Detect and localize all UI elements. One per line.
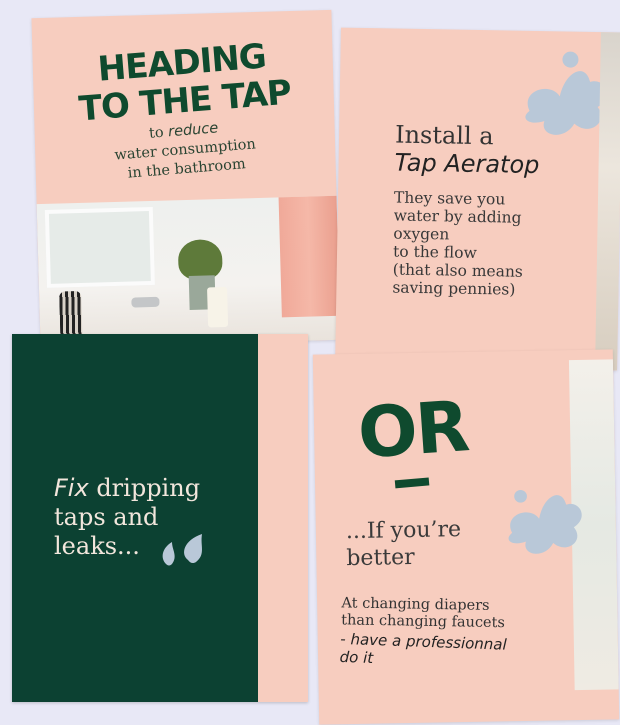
card2-title-line-2: Tap Aeratop — [394, 148, 540, 180]
mirror — [44, 206, 155, 288]
card4-or: OR — [355, 385, 471, 475]
subtitle-italic: reduce — [167, 120, 219, 141]
card2-body: They save you water by adding oxygen to … — [392, 188, 524, 299]
card4-line-3: - have a professionnal do it — [339, 629, 507, 668]
tap-icon — [131, 296, 160, 308]
card2-title-line-1: Install a — [394, 120, 494, 151]
card4-line-2: At changing diapers than changing faucet… — [341, 595, 505, 632]
soap-bottle — [207, 286, 229, 328]
card-fix-dripping: Fix dripping taps and leaks... — [12, 334, 308, 702]
card-or-professional: OR ...If you’re better At changing diape… — [312, 349, 620, 725]
subtitle-prefix: to — [148, 124, 169, 142]
bathroom-photo — [36, 195, 341, 349]
towel — [278, 195, 340, 318]
water-splash-icon — [508, 489, 582, 554]
water-drops-icon — [162, 534, 202, 566]
card4-line-1: ...If you’re better — [345, 517, 462, 572]
card-heading-to-the-tap: HEADING TO THE TAP to reduce water consu… — [31, 9, 341, 349]
card4-underline — [394, 477, 430, 489]
card-install-aerator: Install a Tap Aeratop They save you wate… — [335, 27, 620, 371]
card3-italic: Fix — [54, 474, 89, 502]
plant-icon — [177, 239, 223, 281]
